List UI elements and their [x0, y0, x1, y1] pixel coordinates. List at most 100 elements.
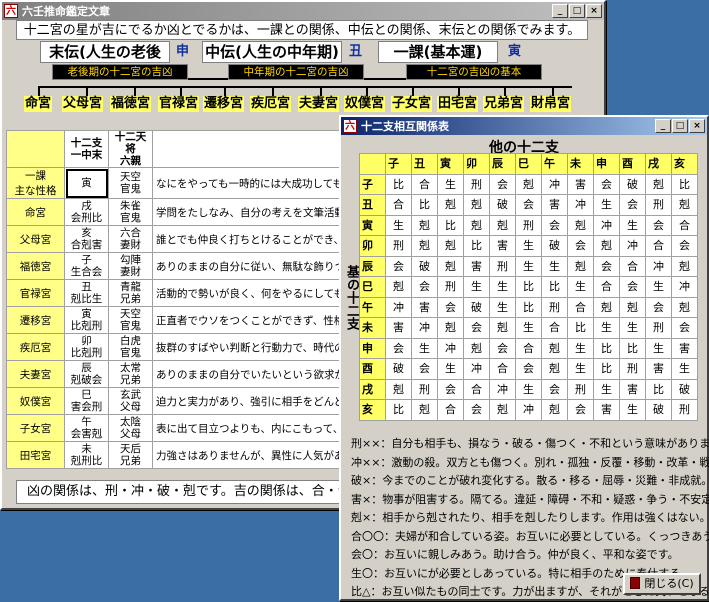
relation-cell: 生 — [671, 358, 698, 380]
relation-cell: 剋 — [463, 194, 490, 216]
relation-cell: 破 — [489, 194, 516, 216]
relation-cell: 剋 — [437, 317, 464, 339]
branch-cell: 卯 比剋刑 — [64, 333, 109, 361]
relation-cell: 害 — [593, 399, 620, 421]
relation-body: 他の十二支 基の十二支 子丑寅卯辰巳午未申酉戌亥子比合生刑会剋冲害会破剋比丑合比… — [341, 135, 709, 599]
row-label: 命宮 — [6, 198, 65, 226]
relation-cell: 刑 — [671, 399, 698, 421]
relation-cell: 会 — [411, 276, 438, 298]
door-icon — [630, 577, 641, 589]
relation-corner — [359, 153, 386, 175]
relation-cell: 合 — [619, 255, 646, 277]
row-branch: 丑 — [359, 194, 386, 216]
column-branch: 卯 — [463, 153, 490, 175]
app-icon: 六 — [343, 119, 357, 133]
relation-cell: 冲 — [437, 337, 464, 359]
key-late: 老後期の十二宮の吉凶 — [52, 64, 188, 80]
row-branch: 戌 — [359, 378, 386, 400]
relation-cell: 合 — [567, 296, 594, 318]
relation-cell: 剋 — [463, 337, 490, 359]
row-label: 子女宮 — [6, 414, 65, 442]
relation-cell: 破 — [671, 378, 698, 400]
palace-label: 疾厄宮 — [250, 96, 292, 112]
branch-cell: 子 生合会 — [64, 252, 109, 280]
relation-cell: 会 — [619, 194, 646, 216]
relation-cell: 破 — [463, 296, 490, 318]
side-axis-label: 基の十二支 — [344, 265, 359, 330]
relation-cell: 比 — [385, 173, 412, 195]
relation-cell: 刑 — [645, 317, 672, 339]
relation-cell: 刑 — [645, 194, 672, 216]
palace-label: 兄弟宮 — [483, 96, 525, 112]
general-cell: 玄武 父母 — [108, 387, 153, 415]
row-branch: 子 — [359, 173, 386, 195]
row-branch: 申 — [359, 337, 386, 359]
general-cell: 白虎 官鬼 — [108, 333, 153, 361]
row-branch: 卯 — [359, 235, 386, 257]
general-cell: 天空 官鬼 — [108, 167, 153, 199]
relation-cell: 剋 — [671, 194, 698, 216]
relation-cell: 害 — [645, 358, 672, 380]
relation-cell: 会 — [593, 173, 620, 195]
close-button[interactable]: × — [586, 4, 602, 18]
relation-row: 戌剋刑会合冲生会刑生害比破 — [359, 378, 698, 400]
close-dialog-button[interactable]: 閉じる(C) — [623, 573, 701, 595]
relation-cell: 生 — [541, 255, 568, 277]
branch-cell: 戌 会刑比 — [64, 198, 109, 226]
column-branch: 亥 — [671, 153, 698, 175]
relation-cell: 刑 — [463, 173, 490, 195]
period-middle: 中伝(人生の中年期) — [202, 41, 342, 63]
relation-cell: 剋 — [437, 194, 464, 216]
relation-cell: 合 — [463, 378, 490, 400]
relation-cell: 会 — [437, 378, 464, 400]
relation-cell: 刑 — [489, 255, 516, 277]
relation-row: 酉破会生冲合会剋生比刑害生 — [359, 358, 698, 380]
relation-cell: 比 — [541, 276, 568, 298]
main-titlebar[interactable]: 六 六壬推命鑑定文章 _ □ × — [2, 2, 604, 20]
row-branch: 巳 — [359, 276, 386, 298]
maximize-button[interactable]: □ — [569, 4, 585, 18]
relation-cell: 生 — [619, 399, 646, 421]
relation-row: 巳剋会刑生生比比生合会生冲 — [359, 276, 698, 298]
column-branch: 戌 — [645, 153, 672, 175]
relation-cell: 合 — [515, 337, 542, 359]
relation-row: 申会生冲剋会合剋生比比生害 — [359, 337, 698, 359]
relation-cell: 会 — [463, 399, 490, 421]
minimize-button[interactable]: _ — [655, 119, 671, 133]
row-label: 遷移宮 — [6, 306, 65, 334]
relation-cell: 害 — [619, 378, 646, 400]
relation-cell: 刑 — [385, 235, 412, 257]
relation-cell: 比 — [463, 235, 490, 257]
relation-cell: 害 — [411, 296, 438, 318]
relation-cell: 会 — [567, 399, 594, 421]
column-branch: 子 — [385, 153, 412, 175]
close-button[interactable]: × — [689, 119, 705, 133]
minimize-button[interactable]: _ — [552, 4, 568, 18]
relation-cell: 生 — [567, 358, 594, 380]
general-cell: 青龍 兄弟 — [108, 279, 153, 307]
relation-cell: 生 — [385, 214, 412, 236]
relation-row: 辰会破剋害刑生生剋会合冲剋 — [359, 255, 698, 277]
relation-cell: 害 — [541, 194, 568, 216]
general-cell: 六合 妻財 — [108, 225, 153, 253]
key-base: 十二宮の吉凶の基本 — [406, 64, 542, 80]
column-branch: 丑 — [411, 153, 438, 175]
relation-cell: 生 — [567, 337, 594, 359]
maximize-button[interactable]: □ — [672, 119, 688, 133]
relation-cell: 会 — [645, 214, 672, 236]
relation-row: 寅生剋比剋剋刑会剋冲生会合 — [359, 214, 698, 236]
relation-row: 午冲害会破生比刑合剋剋会剋 — [359, 296, 698, 318]
relation-cell: 会 — [489, 337, 516, 359]
relation-cell: 会 — [671, 235, 698, 257]
branch-cell: 午 会害剋 — [64, 414, 109, 442]
row-branch: 午 — [359, 296, 386, 318]
row-branch: 未 — [359, 317, 386, 339]
general-cell: 天后 兄弟 — [108, 441, 153, 469]
relation-row: 卯刑剋剋比害生破会剋冲合会 — [359, 235, 698, 257]
row-label: 夫妻宮 — [6, 360, 65, 388]
column-branch: 申 — [593, 153, 620, 175]
relation-cell: 剋 — [619, 296, 646, 318]
relation-titlebar[interactable]: 六 十二支相互関係表 _ □ × — [341, 117, 707, 135]
legend-item: 破×：今までのことが破れ変化する。散る・移る・屈辱・災難・非成就。 — [351, 474, 709, 487]
relation-cell: 害 — [671, 337, 698, 359]
